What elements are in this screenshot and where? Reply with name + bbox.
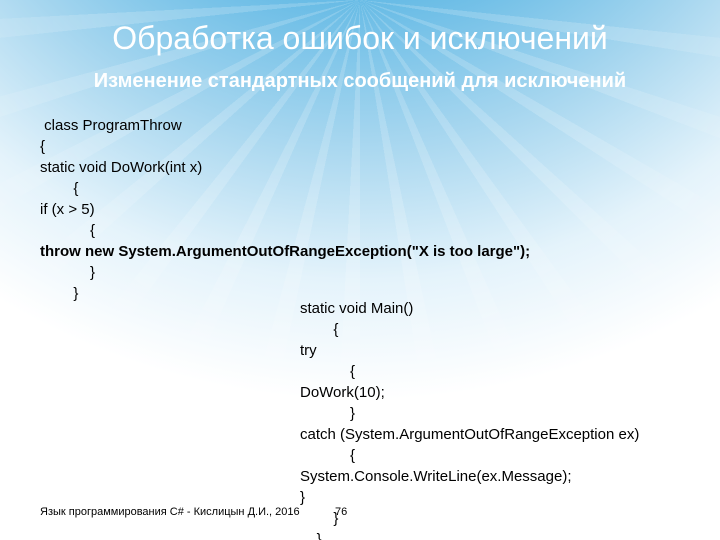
code-line: DoWork(10);: [300, 384, 385, 401]
code-line: catch (System.ArgumentOutOfRangeExceptio…: [300, 426, 639, 443]
code-line: static void DoWork(int x): [40, 159, 202, 176]
code-line: }: [300, 405, 355, 422]
footer-text: Язык программирования C# - Кислицын Д.И.…: [40, 506, 300, 518]
code-line: static void Main(): [300, 300, 413, 317]
code-line-bold: throw new System.ArgumentOutOfRangeExcep…: [40, 243, 530, 260]
code-line: class ProgramThrow: [40, 117, 182, 134]
code-line: {: [300, 321, 338, 338]
code-line: {: [40, 180, 78, 197]
code-line: }: [300, 510, 338, 527]
code-line: if (x > 5): [40, 201, 95, 218]
code-line: {: [300, 447, 355, 464]
code-line: System.Console.WriteLine(ex.Message);: [300, 468, 572, 485]
code-line: {: [40, 222, 95, 239]
slide-subtitle: Изменение стандартных сообщений для искл…: [0, 70, 720, 93]
code-block-left: class ProgramThrow { static void DoWork(…: [40, 115, 600, 304]
slide-title: Обработка ошибок и исключений: [0, 20, 720, 57]
code-line: }: [300, 531, 322, 540]
page-number: 76: [335, 506, 347, 518]
code-block-right: static void Main() { try { DoWork(10); }…: [300, 298, 700, 540]
code-line: }: [40, 264, 95, 281]
code-line: }: [300, 489, 305, 506]
code-line: }: [40, 285, 78, 302]
slide: Обработка ошибок и исключений Изменение …: [0, 0, 720, 540]
code-line: {: [300, 363, 355, 380]
code-line: {: [40, 138, 45, 155]
code-line: try: [300, 342, 317, 359]
